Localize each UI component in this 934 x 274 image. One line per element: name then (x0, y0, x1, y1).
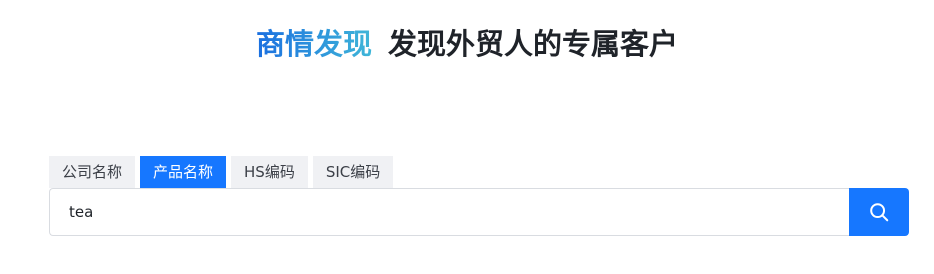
brand-title: 商情发现 (255, 27, 372, 61)
page-title: 商情发现 发现外贸人的专属客户 (0, 22, 934, 66)
tab-company-name[interactable]: 公司名称 (49, 156, 136, 188)
search-input[interactable] (49, 188, 849, 236)
search-bar (49, 188, 909, 236)
tab-hs-code[interactable]: HS编码 (231, 156, 308, 188)
search-icon (870, 203, 889, 222)
tab-sic-code[interactable]: SIC编码 (312, 156, 394, 188)
search-button[interactable] (849, 188, 909, 236)
tab-product-name[interactable]: 产品名称 (140, 156, 227, 188)
tagline: 发现外贸人的专属客户 (388, 27, 679, 61)
search-type-tabs: 公司名称 产品名称 HS编码 SIC编码 (49, 156, 398, 188)
